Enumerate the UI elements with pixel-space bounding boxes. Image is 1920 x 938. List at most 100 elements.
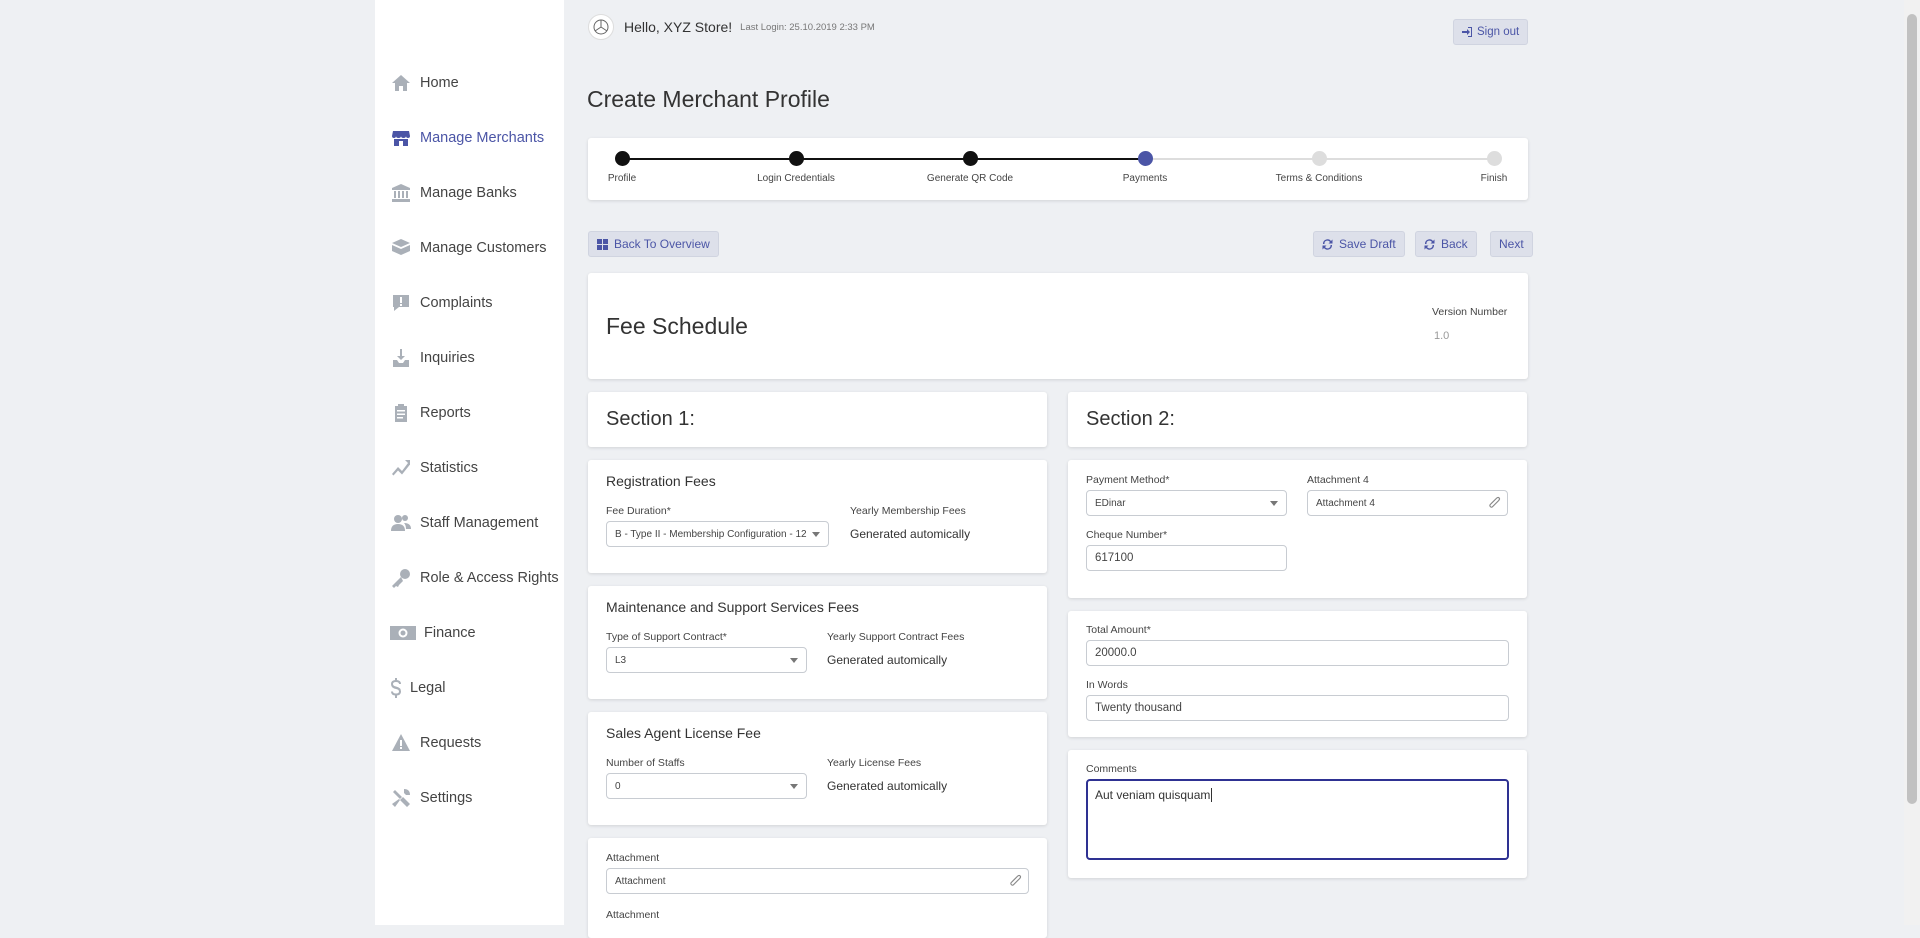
warning-icon (390, 732, 412, 754)
main-content: Hello, XYZ Store! Last Login: 25.10.2019… (564, 0, 1904, 938)
sidebar-item-settings[interactable]: Settings (390, 783, 472, 813)
sign-out-button[interactable]: Sign out (1453, 19, 1529, 45)
paperclip-icon[interactable] (1487, 496, 1501, 510)
sidebar-item-finance[interactable]: Finance (390, 618, 476, 648)
refresh-icon (1424, 238, 1435, 250)
chevron-down-icon (790, 784, 798, 789)
customers-icon (390, 237, 412, 259)
attachment-label: Attachment (606, 852, 660, 864)
sidebar-item-staff-management[interactable]: Staff Management (390, 508, 538, 538)
attachment-4-placeholder: Attachment 4 (1316, 497, 1375, 509)
dollar-icon (390, 677, 402, 699)
yearly-license-value: Generated automically (827, 779, 948, 793)
payment-method-value: EDinar (1095, 497, 1126, 509)
in-words-input[interactable]: Twenty thousand (1086, 695, 1509, 721)
back-button[interactable]: Back (1415, 231, 1477, 257)
comments-textarea[interactable]: Aut veniam quisquam (1086, 779, 1509, 860)
scrollbar-thumb[interactable] (1907, 14, 1917, 804)
sidebar-item-manage-merchants[interactable]: Manage Merchants (390, 123, 544, 153)
sidebar-item-label: Legal (410, 680, 446, 696)
attachment-4-field[interactable]: Attachment 4 (1307, 490, 1508, 516)
number-of-staffs-label: Number of Staffs (606, 757, 685, 769)
comments-value: Aut veniam quisquam (1095, 788, 1211, 802)
next-button[interactable]: Next (1490, 231, 1533, 257)
in-words-value: Twenty thousand (1095, 702, 1182, 714)
sidebar-item-complaints[interactable]: Complaints (390, 288, 493, 318)
section-1-title: Section 1: (606, 408, 695, 430)
complaint-icon (390, 292, 412, 314)
fee-duration-label: Fee Duration* (606, 505, 671, 517)
attachment-placeholder: Attachment (615, 875, 666, 887)
money-icon (390, 622, 416, 644)
sidebar-item-reports[interactable]: Reports (390, 398, 471, 428)
payment-method-label: Payment Method* (1086, 474, 1170, 486)
number-of-staffs-select[interactable]: 0 (606, 773, 807, 799)
section-1-header: Section 1: (588, 392, 1047, 447)
grid-icon (597, 238, 608, 250)
fee-schedule-card: Fee Schedule Version Number 1.0 (588, 273, 1528, 379)
sidebar-item-label: Inquiries (420, 350, 475, 366)
step-label-payments: Payments (1122, 173, 1168, 184)
sidebar-item-label: Requests (420, 735, 482, 751)
total-amount-label: Total Amount* (1086, 624, 1151, 636)
step-label-login-credentials: Login Credentials (757, 173, 835, 184)
attachment-4-label: Attachment 4 (1307, 474, 1369, 486)
step-dot-generate-qr[interactable] (963, 151, 978, 166)
fee-duration-select[interactable]: B - Type II - Membership Configuration -… (606, 521, 829, 547)
sidebar-item-inquiries[interactable]: Inquiries (390, 343, 475, 373)
chevron-down-icon (790, 658, 798, 663)
sidebar-item-manage-customers[interactable]: Manage Customers (390, 233, 547, 263)
step-dot-profile[interactable] (615, 151, 630, 166)
step-dot-login-credentials[interactable] (789, 151, 804, 166)
save-draft-label: Save Draft (1339, 237, 1396, 251)
step-label-finish: Finish (1480, 173, 1508, 184)
sidebar-item-manage-banks[interactable]: Manage Banks (390, 178, 517, 208)
step-dot-finish[interactable] (1487, 151, 1502, 166)
total-amount-card: Total Amount* 20000.0 In Words Twenty th… (1068, 611, 1527, 737)
sidebar-item-legal[interactable]: Legal (390, 673, 445, 703)
sidebar-item-requests[interactable]: Requests (390, 728, 481, 758)
back-label: Back (1441, 237, 1468, 251)
section-2-header: Section 2: (1068, 392, 1527, 447)
support-contract-value: L3 (615, 654, 627, 666)
section-2-title: Section 2: (1086, 408, 1175, 430)
page-title: Create Merchant Profile (587, 86, 830, 112)
sidebar-item-home[interactable]: Home (390, 68, 459, 98)
sidebar-item-statistics[interactable]: Statistics (390, 453, 478, 483)
refresh-icon (1322, 238, 1333, 250)
back-to-overview-label: Back To Overview (614, 237, 710, 251)
cheque-number-label: Cheque Number* (1086, 529, 1168, 541)
support-contract-select[interactable]: L3 (606, 647, 807, 673)
sidebar-item-label: Manage Banks (420, 185, 517, 201)
chevron-down-icon (1270, 501, 1278, 506)
sales-agent-fee-card: Sales Agent License Fee Number of Staffs… (588, 712, 1047, 825)
brand-logo-icon (588, 14, 614, 40)
sidebar-item-label: Role & Access Rights (420, 570, 559, 586)
comments-label: Comments (1086, 763, 1137, 775)
yearly-membership-label: Yearly Membership Fees (850, 505, 966, 517)
step-dot-terms[interactable] (1312, 151, 1327, 166)
back-to-overview-button[interactable]: Back To Overview (588, 231, 719, 257)
payment-method-select[interactable]: EDinar (1086, 490, 1287, 516)
attachment-field[interactable]: Attachment (606, 868, 1029, 894)
paperclip-icon[interactable] (1008, 874, 1022, 888)
page-scrollbar[interactable] (1904, 0, 1920, 925)
number-of-staffs-value: 0 (615, 780, 621, 792)
sidebar-item-label: Manage Customers (420, 240, 547, 256)
step-label-terms: Terms & Conditions (1275, 173, 1363, 184)
stepper-line-completed (622, 158, 1146, 160)
save-draft-button[interactable]: Save Draft (1313, 231, 1405, 257)
staff-icon (390, 512, 412, 534)
total-amount-input[interactable]: 20000.0 (1086, 640, 1509, 666)
cheque-number-input[interactable]: 617100 (1086, 545, 1287, 571)
step-dot-payments[interactable] (1138, 151, 1153, 166)
yearly-license-label: Yearly License Fees (827, 757, 922, 769)
bank-icon (390, 182, 412, 204)
report-icon (390, 402, 412, 424)
sidebar-item-label: Settings (420, 790, 473, 806)
support-contract-label: Type of Support Contract* (606, 631, 727, 643)
step-label-profile: Profile (607, 173, 637, 184)
registration-fees-title: Registration Fees (606, 473, 716, 489)
sidebar-item-role-access[interactable]: Role & Access Rights (390, 563, 559, 593)
comments-card: Comments Aut veniam quisquam (1068, 750, 1527, 878)
